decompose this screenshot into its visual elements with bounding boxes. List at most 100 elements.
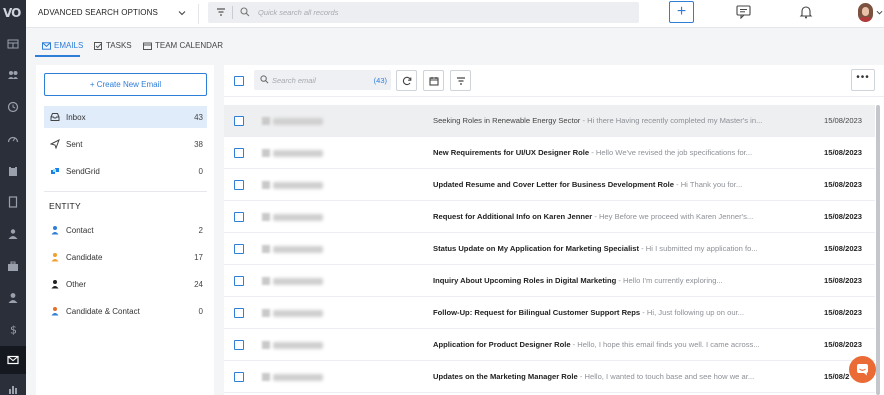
advanced-search-options[interactable]: ADVANCED SEARCH OPTIONS bbox=[38, 8, 158, 17]
sender-avatar-redacted bbox=[262, 309, 270, 317]
avatar[interactable] bbox=[858, 3, 873, 22]
tab-emails[interactable]: EMAILS bbox=[42, 41, 83, 50]
folder-sendgrid[interactable]: SendGrid 0 bbox=[44, 160, 207, 182]
quick-search-bar[interactable]: Quick search all records bbox=[208, 2, 639, 23]
row-checkbox[interactable] bbox=[234, 276, 244, 286]
tab-tasks-label: TASKS bbox=[106, 41, 132, 50]
paper-plane-icon bbox=[50, 139, 60, 149]
dollar-icon[interactable]: $ bbox=[6, 323, 20, 336]
email-row[interactable]: Updates on the Marketing Manager Role - … bbox=[224, 361, 875, 393]
email-search-input[interactable]: Search email bbox=[272, 76, 316, 85]
row-checkbox[interactable] bbox=[234, 212, 244, 222]
email-row[interactable]: Application for Product Designer Role - … bbox=[224, 329, 875, 361]
email-count-badge: (43) bbox=[373, 76, 387, 85]
tab-emails-label: EMAILS bbox=[54, 41, 84, 50]
user-tree-icon[interactable] bbox=[6, 228, 20, 240]
bell-icon[interactable] bbox=[799, 5, 813, 19]
history-icon[interactable] bbox=[6, 101, 20, 113]
divider bbox=[44, 191, 207, 192]
email-preview: - Hi I submitted my application fo... bbox=[639, 244, 758, 253]
chevron-down-icon[interactable] bbox=[876, 9, 883, 16]
envelope-icon[interactable] bbox=[6, 354, 20, 366]
person-icon[interactable] bbox=[6, 292, 20, 304]
more-options-button[interactable]: ••• bbox=[851, 69, 875, 91]
create-new-email-button[interactable]: + Create New Email bbox=[44, 73, 207, 96]
clipboard-icon[interactable] bbox=[6, 165, 20, 177]
briefcase-icon[interactable] bbox=[6, 260, 20, 272]
email-preview: - Hi Thank you for... bbox=[673, 180, 743, 189]
candidate-person-icon bbox=[51, 253, 59, 262]
sender-name-redacted bbox=[273, 150, 323, 157]
email-preview: - Hello We've revised the job specificat… bbox=[589, 148, 753, 157]
quick-search-input[interactable]: Quick search all records bbox=[258, 8, 338, 17]
email-tabs: EMAILS TASKS TEAM CALENDAR bbox=[26, 28, 884, 57]
email-subject: Seeking Roles in Renewable Energy Sector bbox=[433, 116, 581, 125]
tab-team-calendar[interactable]: TEAM CALENDAR bbox=[143, 41, 223, 50]
refresh-button[interactable] bbox=[396, 70, 417, 91]
email-preview: - Hello, I hope this email finds you wel… bbox=[570, 340, 760, 349]
support-chat-button[interactable] bbox=[849, 356, 876, 383]
email-row[interactable]: Follow-Up: Request for Bilingual Custome… bbox=[224, 297, 875, 329]
email-date: 15/08/2023 bbox=[824, 308, 863, 317]
row-checkbox[interactable] bbox=[234, 372, 244, 382]
folder-label: Inbox bbox=[66, 112, 86, 122]
email-row[interactable]: Seeking Roles in Renewable Energy Sector… bbox=[224, 105, 875, 137]
date-filter-button[interactable] bbox=[423, 70, 444, 91]
email-row[interactable]: Status Update on My Application for Mark… bbox=[224, 233, 875, 265]
folder-inbox[interactable]: Inbox 43 bbox=[44, 106, 207, 128]
document-icon[interactable] bbox=[6, 196, 20, 208]
entity-heading: ENTITY bbox=[49, 201, 82, 211]
email-date: 15/08/2023 bbox=[824, 116, 863, 125]
email-row[interactable]: Request for Additional Info on Karen Jen… bbox=[224, 201, 875, 233]
row-checkbox[interactable] bbox=[234, 244, 244, 254]
email-row[interactable]: Updated Resume and Cover Letter for Busi… bbox=[224, 169, 875, 201]
add-button[interactable]: + bbox=[669, 1, 694, 23]
candidate-contact-person-icon bbox=[51, 307, 59, 316]
email-subject: Application for Product Designer Role bbox=[433, 340, 571, 349]
messages-icon[interactable] bbox=[736, 5, 751, 19]
dashboard-icon[interactable] bbox=[6, 38, 20, 50]
list-toolbar: Search email (43) ••• bbox=[224, 65, 884, 97]
other-person-icon bbox=[51, 280, 59, 289]
row-checkbox[interactable] bbox=[234, 148, 244, 158]
folder-count: 43 bbox=[194, 112, 203, 122]
email-row[interactable]: Inquiry About Upcoming Roles in Digital … bbox=[224, 265, 875, 297]
filter-button[interactable] bbox=[450, 70, 471, 91]
chart-icon[interactable] bbox=[6, 383, 20, 395]
search-icon bbox=[240, 7, 250, 17]
sender-avatar-redacted bbox=[262, 181, 270, 189]
app-rail: VO $ bbox=[0, 0, 26, 395]
select-all-checkbox[interactable] bbox=[234, 76, 244, 86]
sender-name-redacted bbox=[273, 374, 323, 381]
envelope-icon bbox=[42, 41, 51, 50]
email-search-box[interactable]: Search email (43) bbox=[254, 70, 391, 90]
people-group-icon[interactable] bbox=[6, 69, 20, 81]
entity-other[interactable]: Other 24 bbox=[44, 273, 207, 295]
inbox-icon bbox=[50, 113, 60, 121]
sender-avatar-redacted bbox=[262, 277, 270, 285]
folder-label: SendGrid bbox=[66, 166, 100, 176]
list-scrollbar[interactable] bbox=[875, 105, 881, 395]
row-checkbox[interactable] bbox=[234, 180, 244, 190]
entity-count: 17 bbox=[194, 252, 203, 262]
email-subject: Status Update on My Application for Mark… bbox=[433, 244, 640, 253]
entity-label: Candidate & Contact bbox=[66, 306, 140, 316]
row-checkbox[interactable] bbox=[234, 308, 244, 318]
scrollbar-thumb[interactable] bbox=[876, 105, 880, 395]
tab-tasks[interactable]: TASKS bbox=[94, 41, 132, 50]
speedometer-icon[interactable] bbox=[6, 133, 20, 145]
row-checkbox[interactable] bbox=[234, 116, 244, 126]
filter-icon[interactable] bbox=[216, 7, 226, 17]
calendar-icon bbox=[143, 42, 152, 50]
folder-sent[interactable]: Sent 38 bbox=[44, 133, 207, 155]
sender-name-redacted bbox=[273, 342, 323, 349]
entity-candidate[interactable]: Candidate 17 bbox=[44, 246, 207, 268]
sender-avatar-redacted bbox=[262, 245, 270, 253]
entity-candidate-contact[interactable]: Candidate & Contact 0 bbox=[44, 300, 207, 322]
email-row[interactable]: New Requirements for UI/UX Designer Role… bbox=[224, 137, 875, 169]
chevron-down-icon[interactable] bbox=[178, 9, 186, 17]
email-subject: Updated Resume and Cover Letter for Busi… bbox=[433, 180, 674, 189]
entity-contact[interactable]: Contact 2 bbox=[44, 219, 207, 241]
app-logo[interactable]: VO bbox=[3, 6, 23, 20]
row-checkbox[interactable] bbox=[234, 340, 244, 350]
